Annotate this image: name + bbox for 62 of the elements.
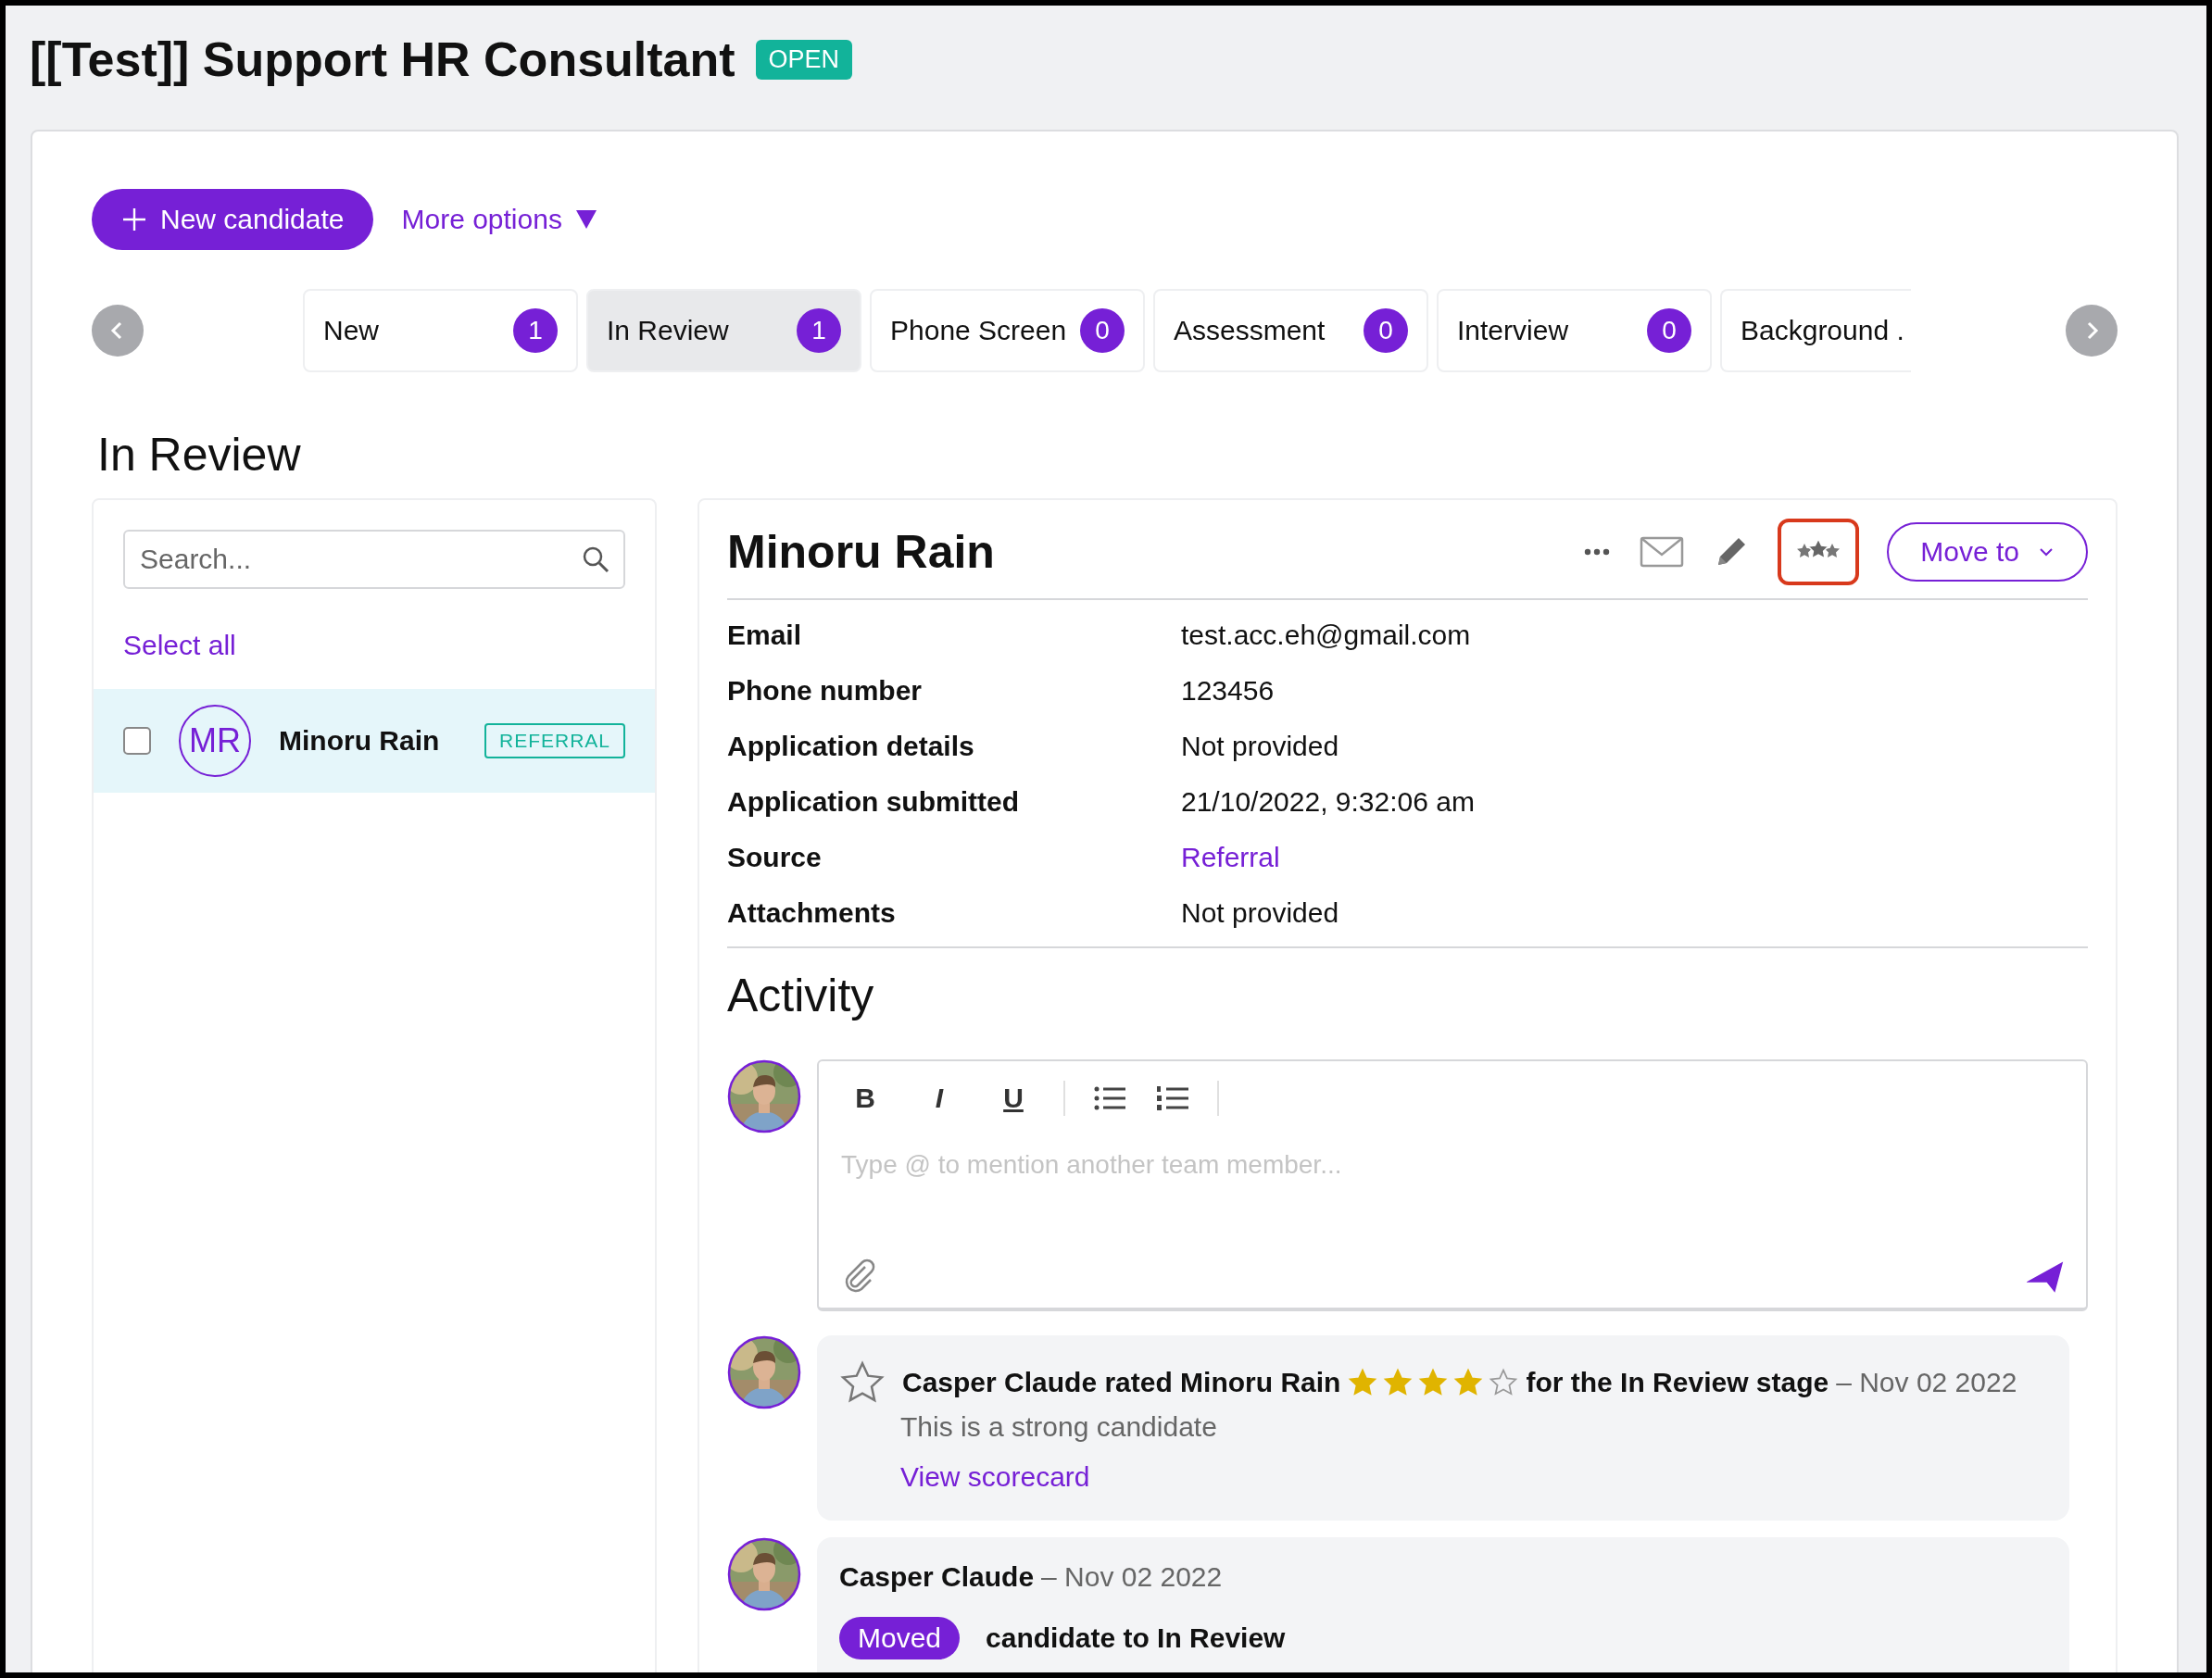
activity-heading: Activity: [727, 969, 875, 1022]
field-label: Attachments: [727, 897, 897, 929]
star-icon: [1383, 1368, 1414, 1397]
activity-date: – Nov 02 2022: [1041, 1561, 1223, 1593]
stage-tab[interactable]: Interview 0: [1437, 289, 1712, 372]
checkbox[interactable]: [123, 727, 151, 755]
caret-icon: [2038, 546, 2055, 557]
scorecard-link[interactable]: View scorecard: [900, 1461, 1090, 1493]
format-button[interactable]: I: [915, 1074, 963, 1122]
stage-tab[interactable]: In Review 1: [586, 289, 861, 372]
field-label: Email: [727, 620, 803, 651]
source-link[interactable]: Referral: [1181, 842, 2088, 873]
select-all-link[interactable]: Select all: [123, 630, 236, 661]
count-badge: 0: [1080, 308, 1125, 353]
caret-icon: [574, 209, 597, 230]
field-value: test.acc.eh@gmail.com: [1181, 620, 1472, 651]
format-button[interactable]: U: [989, 1074, 1037, 1122]
stage-heading: In Review: [97, 428, 302, 482]
job-title: [[Test]] Support HR Consultant: [30, 31, 735, 87]
rating-comment: This is a strong candidate: [900, 1411, 1218, 1443]
count-badge: 1: [797, 308, 841, 353]
count-badge: 0: [1647, 308, 1691, 353]
more-icon[interactable]: [1583, 547, 1612, 557]
count-badge: 1: [513, 308, 558, 353]
candidate-name: Minoru Rain: [727, 525, 995, 579]
field-value: 123456: [1181, 675, 1276, 707]
star-icon: [1348, 1368, 1378, 1397]
field-value: Not provided: [1181, 731, 1340, 762]
field-label: Application details: [727, 731, 975, 762]
source-tag: REFERRAL: [484, 723, 625, 758]
search-field[interactable]: Search...: [123, 530, 625, 589]
candidate-name: Minoru Rain: [279, 725, 440, 757]
move-to-button[interactable]: Move to: [1887, 522, 2088, 582]
activity-text: for the In Review stage: [1526, 1367, 1829, 1398]
activity-text: candidate to In Review: [986, 1622, 1286, 1654]
rating-button[interactable]: [1778, 519, 1860, 585]
stage-tab[interactable]: Phone Screen 0: [870, 289, 1145, 372]
field-label: Application submitted: [727, 786, 1020, 818]
field-value: Not provided: [1181, 897, 1340, 929]
star-icon: [1453, 1368, 1484, 1397]
activity-author: Casper Claude: [839, 1561, 1035, 1593]
star-outline-icon: [1489, 1368, 1519, 1397]
field-label: Source: [727, 842, 823, 873]
field-value: 21/10/2022, 9:32:06 am: [1181, 786, 1476, 818]
candidate-row[interactable]: MR Minoru Rain REFERRAL: [94, 689, 655, 793]
activity-date: – Nov 02 2022: [1836, 1367, 2017, 1398]
search-icon: [581, 545, 610, 574]
stage-tab[interactable]: New 1: [303, 289, 578, 372]
stage-tab[interactable]: Assessment 0: [1153, 289, 1428, 372]
initials-avatar: MR: [179, 705, 251, 777]
stage-tab[interactable]: Background .: [1720, 289, 1911, 372]
activity-text: Casper Claude rated Minoru Rain: [902, 1367, 1341, 1398]
status-badge: Moved: [839, 1617, 961, 1659]
status-badge: OPEN: [755, 39, 853, 80]
count-badge: 0: [1364, 308, 1408, 353]
star-icon: [1418, 1368, 1449, 1397]
comment-editor[interactable]: B I U Type @ to mention another team member...: [817, 1059, 2088, 1311]
more-options-button[interactable]: More options: [401, 204, 597, 235]
new-candidate-button[interactable]: New candidate: [92, 189, 374, 250]
plus-icon: [121, 207, 147, 232]
field-label: Phone number: [727, 675, 923, 707]
format-button[interactable]: B: [841, 1074, 889, 1122]
